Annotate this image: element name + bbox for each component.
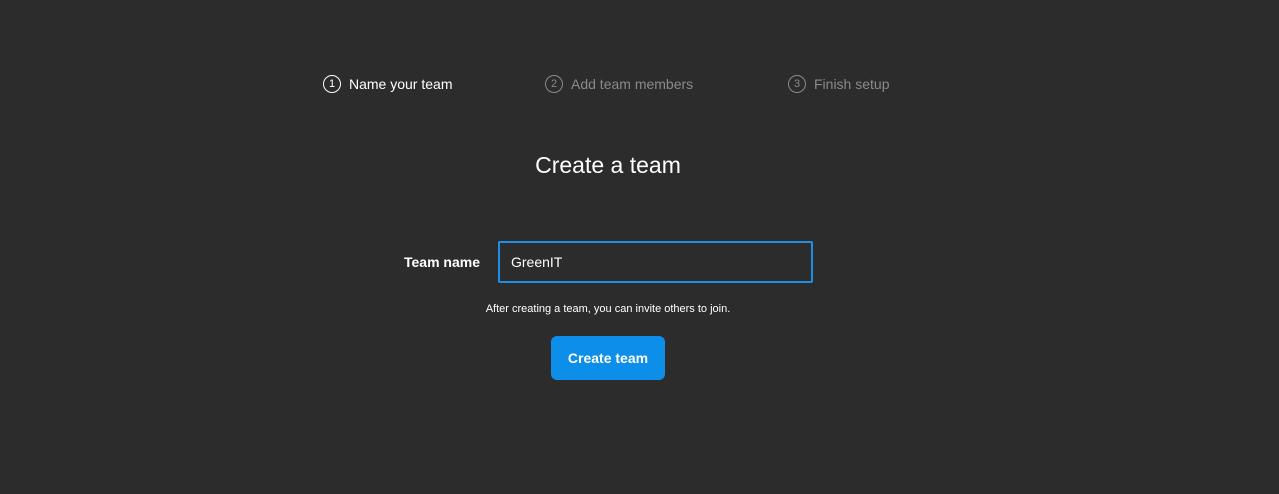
create-team-button[interactable]: Create team	[551, 336, 665, 380]
step-add-team-members: 2 Add team members	[545, 73, 693, 95]
step-label: Add team members	[571, 76, 694, 92]
step-number-1-icon: 1	[323, 75, 341, 93]
setup-stepper: 1 Name your team 2 Add team members 3 Fi…	[0, 73, 1279, 95]
step-label: Name your team	[349, 76, 453, 92]
team-name-row: Team name	[0, 241, 1279, 283]
step-finish-setup: 3 Finish setup	[788, 73, 889, 95]
step-name-your-team: 1 Name your team	[323, 73, 452, 95]
step-number-3-icon: 3	[788, 75, 806, 93]
team-name-input[interactable]	[498, 241, 813, 283]
step-number-2-icon: 2	[545, 75, 563, 93]
step-label: Finish setup	[814, 76, 890, 92]
help-text: After creating a team, you can invite ot…	[485, 303, 731, 315]
page-title: Create a team	[535, 152, 681, 178]
team-name-label: Team name	[404, 254, 480, 270]
